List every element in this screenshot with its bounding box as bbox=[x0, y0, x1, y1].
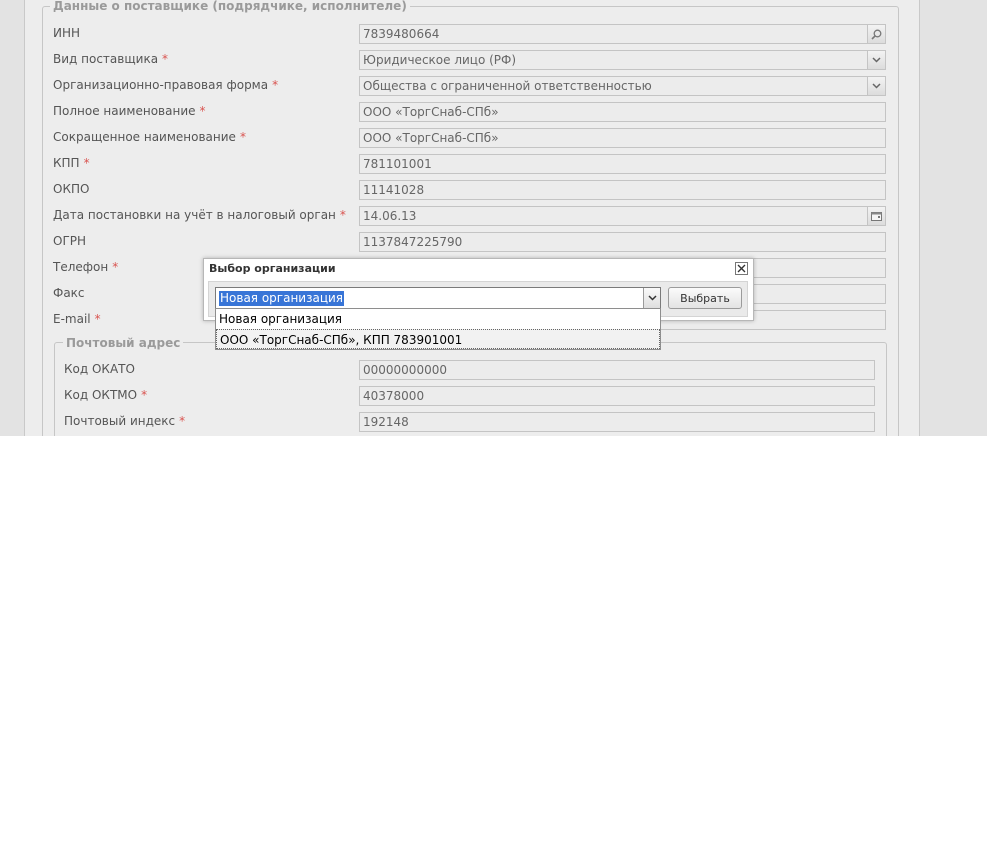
field-value: 192148 bbox=[363, 415, 409, 429]
chevron-down-icon[interactable] bbox=[643, 288, 660, 308]
field-label: Сокращенное наименование * bbox=[53, 129, 246, 145]
field-label-text: ОКПО bbox=[53, 182, 90, 196]
calendar-icon[interactable] bbox=[867, 207, 885, 225]
field-input[interactable]: ООО «ТоргСнаб-СПб» bbox=[359, 128, 886, 148]
field-label-text: Почтовый индекс bbox=[64, 414, 176, 428]
field-label: ИНН bbox=[53, 25, 80, 41]
dropdown-option[interactable]: ООО «ТоргСнаб-СПб», КПП 783901001 bbox=[216, 329, 660, 349]
field-value: 11141028 bbox=[363, 183, 425, 197]
select-button[interactable]: Выбрать bbox=[668, 287, 742, 309]
field-input[interactable]: 781101001 bbox=[359, 154, 886, 174]
field-value: 40378000 bbox=[363, 389, 425, 403]
field-value: Общества с ограниченной ответственностью bbox=[363, 79, 652, 93]
field-label: Организационно-правовая форма * bbox=[53, 77, 278, 93]
required-mark: * bbox=[94, 312, 101, 326]
field-value: 7839480664 bbox=[363, 27, 440, 41]
field-label-text: Факс bbox=[53, 286, 85, 300]
required-mark: * bbox=[272, 78, 279, 92]
required-mark: * bbox=[112, 260, 119, 274]
field-input[interactable]: 14.06.13 bbox=[359, 206, 886, 226]
field-label: Код ОКТМО * bbox=[64, 387, 147, 403]
field-input[interactable]: 11141028 bbox=[359, 180, 886, 200]
field-label: КПП * bbox=[53, 155, 90, 171]
field-label: Факс bbox=[53, 285, 85, 301]
field-label-text: Вид поставщика bbox=[53, 52, 159, 66]
field-value: Юридическое лицо (РФ) bbox=[363, 53, 517, 67]
required-mark: * bbox=[141, 388, 148, 402]
field-label-text: Дата постановки на учёт в налоговый орга… bbox=[53, 208, 336, 222]
field-input[interactable]: Юридическое лицо (РФ) bbox=[359, 50, 886, 70]
dialog-title: Выбор организации bbox=[209, 262, 336, 275]
field-label: Дата постановки на учёт в налоговый орга… bbox=[53, 207, 346, 223]
app-screen: Данные о поставщике (подрядчике, исполни… bbox=[0, 0, 987, 436]
field-label-text: ОГРН bbox=[53, 234, 87, 248]
field-label-text: Сокращенное наименование bbox=[53, 130, 236, 144]
field-value: 00000000000 bbox=[363, 363, 447, 377]
field-label: Код ОКАТО bbox=[64, 361, 135, 377]
field-label-text: E-mail bbox=[53, 312, 91, 326]
field-label-text: Код ОКАТО bbox=[64, 362, 135, 376]
field-input[interactable]: Общества с ограниченной ответственностью bbox=[359, 76, 886, 96]
field-value: ООО «ТоргСнаб-СПб» bbox=[363, 131, 499, 145]
required-mark: * bbox=[239, 130, 246, 144]
search-icon[interactable] bbox=[867, 25, 885, 43]
field-label: ОКПО bbox=[53, 181, 89, 197]
field-label-text: Организационно-правовая форма bbox=[53, 78, 269, 92]
field-input[interactable]: 40378000 bbox=[359, 386, 875, 406]
organization-combo-value[interactable]: Новая организация bbox=[219, 291, 345, 306]
dropdown-option[interactable]: Новая организация bbox=[216, 309, 660, 329]
field-label: Полное наименование * bbox=[53, 103, 206, 119]
field-input[interactable]: 00000000000 bbox=[359, 360, 875, 380]
chevron-down-icon[interactable] bbox=[867, 51, 885, 69]
required-mark: * bbox=[179, 414, 186, 428]
required-mark: * bbox=[199, 104, 206, 118]
field-label: Почтовый индекс * bbox=[64, 413, 185, 429]
field-value: 1137847225790 bbox=[363, 235, 463, 249]
field-label-text: Код ОКТМО bbox=[64, 388, 138, 402]
field-label-text: ИНН bbox=[53, 26, 81, 40]
field-value: ООО «ТоргСнаб-СПб» bbox=[363, 105, 499, 119]
required-mark: * bbox=[83, 156, 90, 170]
field-input[interactable]: 7839480664 bbox=[359, 24, 886, 44]
field-input[interactable]: 192148 bbox=[359, 412, 875, 432]
organization-dropdown-list: Новая организация ООО «ТоргСнаб-СПб», КП… bbox=[215, 308, 661, 350]
chevron-down-icon[interactable] bbox=[867, 77, 885, 95]
supplier-legend: Данные о поставщике (подрядчике, исполни… bbox=[50, 0, 410, 13]
field-label: Вид поставщика * bbox=[53, 51, 168, 67]
required-mark: * bbox=[162, 52, 169, 66]
organization-combo[interactable]: Новая организация bbox=[215, 287, 661, 309]
required-mark: * bbox=[339, 208, 346, 222]
field-label: ОГРН bbox=[53, 233, 86, 249]
postal-legend: Почтовый адрес bbox=[63, 336, 184, 350]
field-label: Телефон * bbox=[53, 259, 118, 275]
field-input[interactable]: ООО «ТоргСнаб-СПб» bbox=[359, 102, 886, 122]
field-label-text: Телефон bbox=[53, 260, 109, 274]
field-value: 14.06.13 bbox=[363, 209, 417, 223]
field-label-text: КПП bbox=[53, 156, 80, 170]
field-label: E-mail * bbox=[53, 311, 101, 327]
field-label-text: Полное наименование bbox=[53, 104, 196, 118]
field-value: 781101001 bbox=[363, 157, 432, 171]
field-input[interactable]: 1137847225790 bbox=[359, 232, 886, 252]
close-icon[interactable] bbox=[735, 262, 748, 275]
